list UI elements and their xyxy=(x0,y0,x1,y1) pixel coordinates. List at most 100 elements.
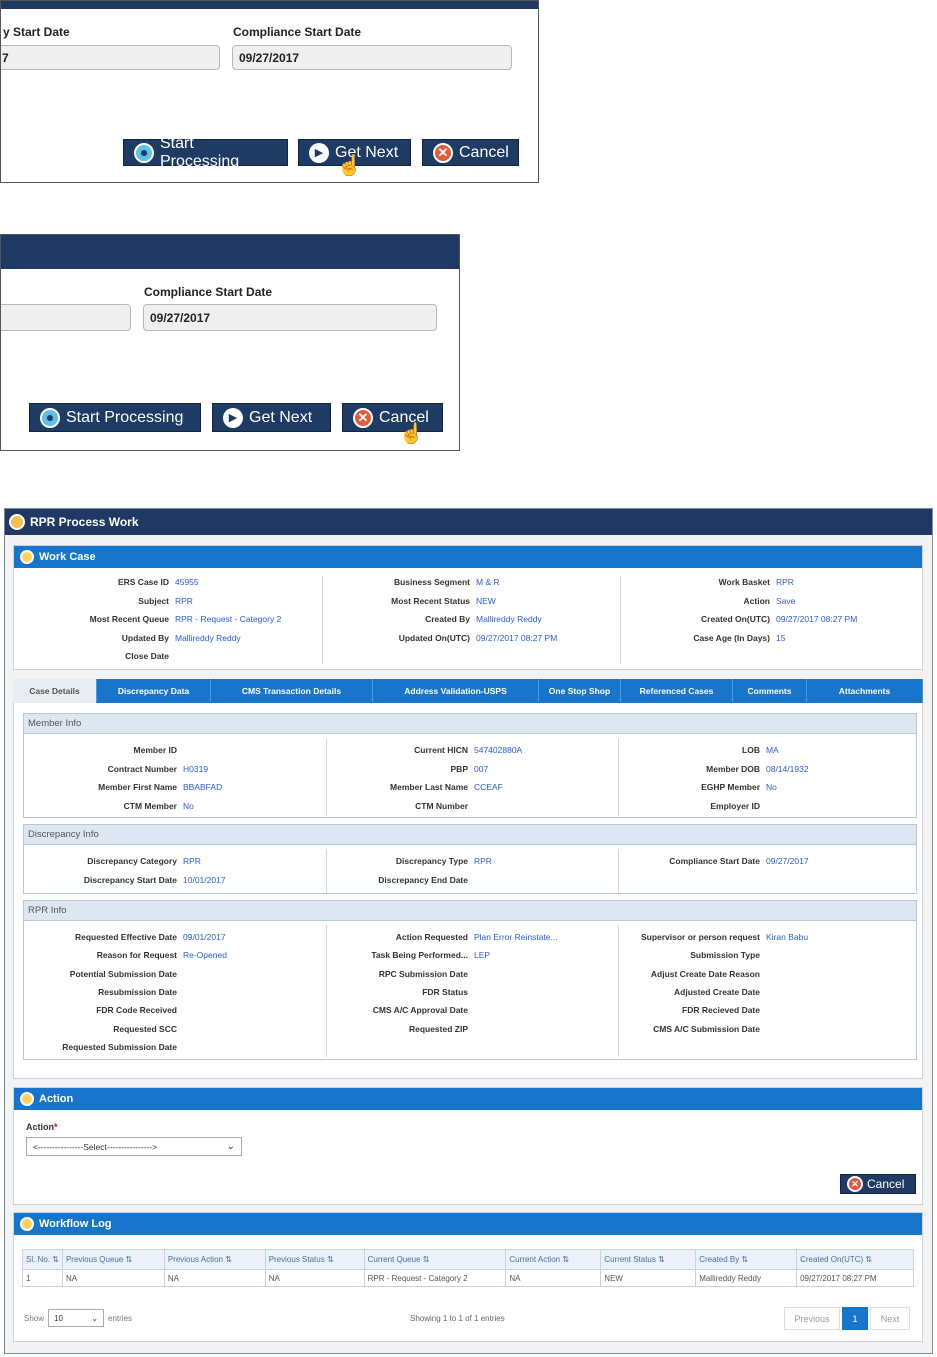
field-label: Contract Number xyxy=(107,763,177,774)
start-processing-button[interactable]: Start Processing xyxy=(29,403,201,432)
start-date-field[interactable] xyxy=(1,304,131,331)
field-contract-number: Contract Number H0319 xyxy=(24,763,209,774)
field-label: Case Age (In Days) xyxy=(693,632,770,643)
field-fdr-recieved-date: FDR Recieved Date xyxy=(604,1005,766,1015)
compliance-start-date-field[interactable]: 09/27/2017 xyxy=(143,304,437,331)
field-value: LEP xyxy=(474,950,491,961)
column-header-sl-no[interactable]: Sl. No. ⇅ xyxy=(22,1249,63,1270)
gear-icon xyxy=(40,407,60,428)
table-cell: RPR - Request - Category 2 xyxy=(363,1269,507,1287)
field-label: RPC Submission Date xyxy=(378,968,468,979)
field-label: FDR Status xyxy=(422,986,468,997)
field-created-by: Created By Mallireddy Reddy xyxy=(314,614,542,624)
button-label: Cancel xyxy=(459,143,509,161)
workflow-log-section: Workflow Log Sl. No. ⇅ Previous Queue ⇅ Pr… xyxy=(13,1212,923,1342)
field-label: Reason for Request xyxy=(96,950,177,961)
field-requested-effective-date: Requested Effective Date 09/01/2017 xyxy=(24,932,226,942)
workflow-log-table: Sl. No. ⇅ Previous Queue ⇅ Previous Action… xyxy=(22,1249,914,1287)
get-next-button[interactable]: ▶ Get Next xyxy=(212,403,331,432)
section-title: Work Case xyxy=(39,551,96,563)
field-value: M & R xyxy=(476,577,500,587)
field-pbp: PBP 007 xyxy=(314,764,489,774)
column-header-created-on-utc[interactable]: Created On(UTC) ⇅ xyxy=(796,1249,914,1270)
section-icon xyxy=(20,550,34,564)
play-next-icon: ▶ xyxy=(309,142,329,163)
field-label: Member DOB xyxy=(706,763,760,774)
field-label: CTM Member xyxy=(123,800,177,811)
field-label: Compliance Start Date xyxy=(669,856,760,866)
panel-header-bar xyxy=(1,235,459,269)
field-supervisor-or-person-request: Supervisor or person request Kiran Babu xyxy=(604,932,808,942)
close-icon: ✕ xyxy=(847,1176,863,1192)
field-requested-scc: Requested SCC xyxy=(24,1024,183,1034)
start-date-field[interactable]: 7 xyxy=(1,45,220,70)
table-cell: NA xyxy=(505,1269,602,1287)
rpr-info-panel: RPR Info Requested Effective Date 09/01/2… xyxy=(23,900,917,1060)
field-label: Updated On(UTC) xyxy=(398,632,470,643)
field-label: Action xyxy=(743,595,770,606)
tab-address-validation-usps[interactable]: Address Validation-USPS xyxy=(373,679,539,703)
action-select[interactable]: <----------------Select---------------->… xyxy=(26,1137,242,1156)
gear-icon xyxy=(134,142,154,163)
previous-page-button[interactable]: Previous xyxy=(784,1307,840,1330)
field-value: CCEAF xyxy=(474,782,503,792)
compliance-start-date-label: Compliance Start Date xyxy=(233,25,362,39)
tab-attachments[interactable]: Attachments xyxy=(807,679,923,703)
work-case-header: Work Case xyxy=(14,546,922,568)
field-label: Discrepancy Start Date xyxy=(83,874,177,885)
column-header-current-queue[interactable]: Current Queue ⇅ xyxy=(363,1249,507,1270)
rpr-info-header: RPR Info xyxy=(24,901,916,921)
field-label: CMS A/C Approval Date xyxy=(372,1005,468,1016)
field-ctm-number: CTM Number xyxy=(314,801,474,811)
field-value: Mallireddy Reddy xyxy=(476,614,542,624)
rpr-process-work-window: RPR Process Work Work Case ERS Case ID 45… xyxy=(4,508,933,1354)
field-value: No xyxy=(183,800,194,811)
action-icon xyxy=(20,1092,34,1106)
cancel-button[interactable]: ✕ Cancel xyxy=(422,139,519,166)
workflow-icon xyxy=(20,1217,34,1231)
field-label: Current HICN xyxy=(414,745,468,755)
field-cms-a-c-submission-date: CMS A/C Submission Date xyxy=(604,1024,766,1034)
tab-case-details[interactable]: Case Details xyxy=(13,679,97,703)
field-work-basket: Work Basket RPR xyxy=(614,577,794,587)
field-discrepancy-category: Discrepancy Category RPR xyxy=(24,856,201,866)
table-cell: NA xyxy=(264,1269,365,1287)
section-title: Action xyxy=(39,1093,74,1105)
column-header-previous-queue[interactable]: Previous Queue ⇅ xyxy=(61,1249,165,1270)
column-header-current-status[interactable]: Current Status ⇅ xyxy=(600,1249,697,1270)
field-eghp-member: EGHP Member No xyxy=(604,782,777,792)
column-header-previous-action[interactable]: Previous Action ⇅ xyxy=(163,1249,266,1270)
column-header-created-by[interactable]: Created By ⇅ xyxy=(695,1249,798,1270)
field-label: Work Basket xyxy=(718,577,770,587)
field-value: NEW xyxy=(476,595,496,606)
tab-discrepancy-data[interactable]: Discrepancy Data xyxy=(97,679,211,703)
action-cancel-button[interactable]: ✕ Cancel xyxy=(840,1174,916,1194)
panel-header-bar xyxy=(1,1,538,9)
cancel-button[interactable]: ✕ Cancel xyxy=(342,403,443,432)
field-value: Kiran Babu xyxy=(766,932,809,942)
field-label: Adjust Create Date Reason xyxy=(650,968,760,979)
tab-one-stop-shop[interactable]: One Stop Shop xyxy=(539,679,621,703)
page-length-select[interactable]: 10 ⌄ xyxy=(48,1309,105,1327)
field-label: Created On(UTC) xyxy=(701,614,770,624)
app-logo-icon xyxy=(9,514,25,530)
tab-referenced-cases[interactable]: Referenced Cases xyxy=(621,679,733,703)
start-processing-button[interactable]: Start Processing xyxy=(123,135,288,170)
case-tabs: Case Details Discrepancy Data CMS Transact… xyxy=(13,679,923,703)
field-member-last-name: Member Last Name CCEAF xyxy=(314,782,503,792)
field-updated-on-utc: Updated On(UTC) 09/27/2017 08:27 PM xyxy=(314,632,558,643)
column-header-previous-status[interactable]: Previous Status ⇅ xyxy=(264,1249,365,1270)
column-header-current-action[interactable]: Current Action ⇅ xyxy=(505,1249,602,1270)
field-requested-zip: Requested ZIP xyxy=(314,1024,474,1034)
tab-cms-transaction-details[interactable]: CMS Transaction Details xyxy=(211,679,373,703)
compliance-start-date-field[interactable]: 09/27/2017 xyxy=(232,45,512,70)
field-value: MA xyxy=(766,745,779,755)
field-ers-case-id: ERS Case ID 45955 xyxy=(14,577,199,587)
page-1-button[interactable]: 1 xyxy=(842,1307,868,1330)
tab-comments[interactable]: Comments xyxy=(733,679,807,703)
field-value: RPR xyxy=(175,595,193,606)
field-discrepancy-end-date: Discrepancy End Date xyxy=(314,875,474,885)
field-label: Most Recent Queue xyxy=(89,614,169,624)
field-requested-submission-date: Requested Submission Date xyxy=(24,1042,183,1052)
next-page-button[interactable]: Next xyxy=(870,1307,910,1330)
